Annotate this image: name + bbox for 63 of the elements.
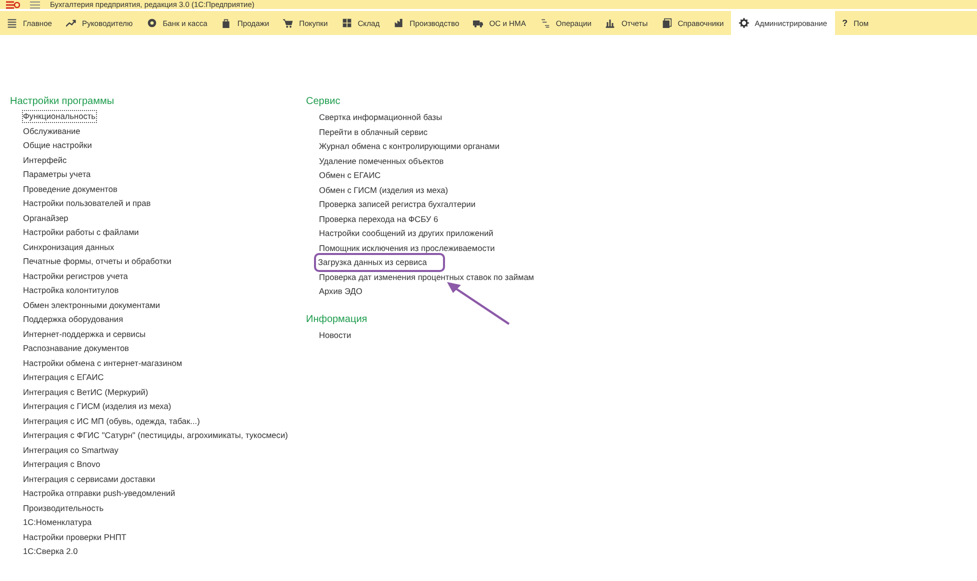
annotation-arrow	[445, 280, 511, 326]
menu-link[interactable]: Интеграция со Smartway	[22, 442, 120, 457]
menu-link[interactable]: Печатные формы, отчеты и обработки	[22, 254, 172, 268]
section-title: Информация	[306, 312, 368, 326]
bag-icon	[221, 18, 232, 28]
menu-link[interactable]: Органайзер	[22, 210, 70, 225]
menu-link[interactable]: Настройки работы с файлами	[22, 225, 140, 240]
menu-link[interactable]: Общие настройки	[22, 138, 93, 152]
menu-link[interactable]: Настройки сообщений из других приложений	[318, 226, 494, 240]
section-title: Настройки программы	[10, 95, 116, 109]
menu-link[interactable]: Проверка перехода на ФСБУ 6	[318, 212, 440, 226]
section-title: Сервис	[306, 95, 342, 109]
menu-link[interactable]: Проверка записей регистра бухгалтерии	[318, 197, 476, 212]
menu-link[interactable]: Интернет-поддержка и сервисы	[22, 326, 147, 341]
menu-link[interactable]: Новости	[318, 328, 352, 342]
menu-icon[interactable]	[28, 0, 42, 8]
menu-link[interactable]: Распознавание документов	[22, 341, 130, 356]
menu-link[interactable]: Свертка информационной базы	[318, 110, 444, 124]
gear-icon	[738, 18, 749, 28]
menu-link[interactable]: Помощник исключения из прослеживаемости	[318, 240, 496, 255]
menu-link[interactable]: Интеграция с Bnovo	[22, 457, 102, 472]
coin-icon	[146, 18, 157, 28]
menu-link[interactable]: Интеграция с ГИСМ (изделия из меха)	[22, 399, 172, 414]
menu-link[interactable]: Интеграция с сервисами доставки	[22, 472, 156, 486]
menu-link[interactable]: Интеграция с ИС МП (обувь, одежда, табак...)	[22, 414, 201, 428]
bar-chart-icon	[605, 18, 616, 28]
menu-link[interactable]: Производительность	[22, 500, 105, 515]
menu-link[interactable]: Интеграция с ЕГАИС	[22, 370, 105, 384]
menu-link[interactable]: 1С:Сверка 2.0	[22, 544, 79, 558]
book-icon	[662, 18, 672, 28]
menu-link[interactable]: Настройки обмена с интернет-магазином	[22, 356, 184, 370]
menu-link[interactable]: Журнал обмена с контролирующими органами	[318, 139, 500, 154]
truck-icon	[473, 18, 484, 28]
menu-icon	[7, 18, 17, 28]
menu-link[interactable]: Проведение документов	[22, 182, 118, 196]
menu-link[interactable]: Интеграция с ФГИС "Сатурн" (пестициды, агрохимикаты, тукосмеси)	[22, 428, 289, 442]
trend-icon	[66, 18, 76, 28]
menu-link[interactable]: Функциональность	[22, 110, 96, 122]
menu-link[interactable]: Проверка дат изменения процентных ставок по займам	[318, 270, 536, 284]
menu-link[interactable]: Интерфейс	[22, 152, 68, 167]
menu-link[interactable]: Обмен электронными документами	[22, 298, 162, 312]
menu-link[interactable]: Обмен с ГИСМ (изделия из меха)	[318, 182, 450, 197]
menu-link[interactable]: Настройка отправки push-уведомлений	[22, 486, 176, 500]
cart-icon	[283, 18, 294, 28]
menu-link[interactable]: Интеграция с ВетИС (Меркурий)	[22, 384, 150, 399]
factory-icon	[394, 18, 404, 28]
menu-link[interactable]: Перейти в облачный сервис	[318, 124, 429, 139]
menu-link[interactable]: Синхронизация данных	[22, 240, 116, 254]
menu-link[interactable]: Обслуживание	[22, 124, 82, 138]
logo-icon	[6, 0, 20, 8]
menu-link[interactable]: Архив ЭДО	[318, 284, 364, 298]
menu-link[interactable]: Обмен с ЕГАИС	[318, 168, 382, 182]
menu-link[interactable]: Настройка колонтитулов	[22, 283, 120, 298]
menu-link[interactable]: 1С:Номенклатура	[22, 515, 93, 530]
sort-icon	[540, 18, 550, 28]
menu-link[interactable]: Параметры учета	[22, 167, 92, 182]
menu-link[interactable]: Загрузка данных из сервиса	[316, 255, 443, 270]
menu-link[interactable]: Настройки регистров учета	[22, 268, 129, 283]
menu-link[interactable]: Удаление помеченных объектов	[318, 154, 445, 168]
grid-icon	[342, 18, 352, 28]
menu-link[interactable]: Поддержка оборудования	[22, 312, 124, 326]
menu-link[interactable]: Настройки проверки РНПТ	[22, 530, 128, 544]
menu-link[interactable]: Настройки пользователей и прав	[22, 196, 152, 210]
